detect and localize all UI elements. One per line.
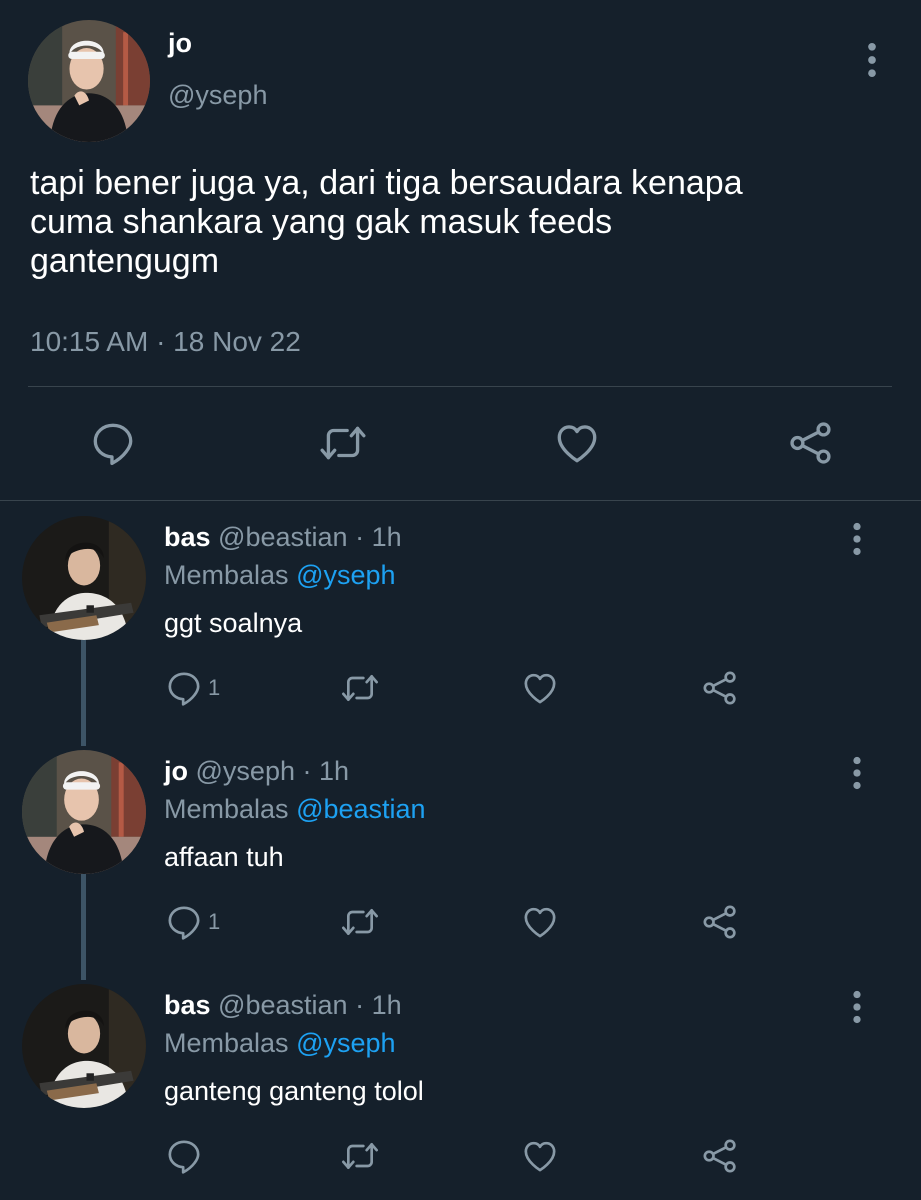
- reply-icon: [164, 668, 204, 708]
- author-handle[interactable]: @beastian: [218, 990, 348, 1020]
- reply-icon: [164, 902, 204, 942]
- reply-tweet[interactable]: bas @beastian · 1h Membalas @yseph gante…: [0, 984, 921, 1200]
- author-handle[interactable]: @beastian: [218, 522, 348, 552]
- tweet-text-line: gantengugm: [30, 242, 220, 280]
- separator: ·: [355, 990, 365, 1020]
- reply-text: ganteng ganteng tolol: [164, 1076, 424, 1106]
- tweet-timestamp[interactable]: 10:15 AM · 18 Nov 22: [30, 326, 301, 358]
- reply-header: bas @beastian · 1h: [164, 522, 402, 553]
- reply-time[interactable]: 1h: [372, 990, 402, 1020]
- reply-icon[interactable]: [88, 418, 138, 468]
- author-name[interactable]: jo: [164, 756, 188, 786]
- reply-text: ggt soalnya: [164, 608, 303, 638]
- separator: ·: [302, 756, 312, 786]
- tweet-text-line: tapi bener juga ya, dari tiga bersaudara…: [30, 164, 743, 202]
- divider: [0, 500, 921, 501]
- divider: [28, 386, 892, 387]
- avatar[interactable]: [22, 750, 146, 874]
- mention-link[interactable]: @yseph: [296, 560, 395, 590]
- more-options-icon[interactable]: [845, 522, 869, 556]
- reply-header: jo @yseph · 1h: [164, 756, 349, 787]
- share-icon[interactable]: [786, 418, 836, 468]
- retweet-icon[interactable]: [340, 1136, 380, 1176]
- tweet-text: tapi bener juga ya, dari tiga bersaudara…: [30, 164, 890, 281]
- reply-count: 1: [208, 675, 221, 700]
- like-icon[interactable]: [520, 1136, 560, 1176]
- author-name[interactable]: bas: [164, 522, 211, 552]
- reply-tweet[interactable]: jo @yseph · 1h Membalas @beastian affaan…: [0, 750, 921, 984]
- reply-text: affaan tuh: [164, 842, 284, 872]
- reply-icon: [164, 1136, 204, 1176]
- author-handle[interactable]: @yseph: [168, 80, 267, 111]
- more-options-icon[interactable]: [845, 990, 869, 1024]
- reply-button[interactable]: 1: [164, 668, 220, 708]
- replying-to: Membalas @yseph: [164, 560, 396, 591]
- reply-count: 1: [208, 909, 221, 934]
- author-handle[interactable]: @yseph: [196, 756, 295, 786]
- more-options-icon[interactable]: [845, 756, 869, 790]
- reply-time[interactable]: 1h: [319, 756, 349, 786]
- tweet-actions: [0, 418, 921, 474]
- reply-actions: [0, 1136, 921, 1180]
- replying-to: Membalas @yseph: [164, 1028, 396, 1059]
- separator: ·: [355, 522, 365, 552]
- main-tweet: jo @yseph tapi bener juga ya, dari tiga …: [0, 0, 921, 500]
- retweet-icon[interactable]: [340, 668, 380, 708]
- more-options-icon[interactable]: [858, 42, 886, 78]
- like-icon[interactable]: [520, 902, 560, 942]
- tweet-detail-page: jo @yseph tapi bener juga ya, dari tiga …: [0, 0, 921, 1200]
- author-name[interactable]: jo: [168, 28, 192, 59]
- replying-label: Membalas: [164, 560, 289, 590]
- reply-button[interactable]: [164, 1136, 208, 1176]
- avatar[interactable]: [28, 20, 150, 142]
- mention-link[interactable]: @beastian: [296, 794, 426, 824]
- mention-link[interactable]: @yseph: [296, 1028, 395, 1058]
- reply-header: bas @beastian · 1h: [164, 990, 402, 1021]
- reply-tweet[interactable]: bas @beastian · 1h Membalas @yseph ggt s…: [0, 516, 921, 750]
- avatar[interactable]: [22, 516, 146, 640]
- reply-button[interactable]: 1: [164, 902, 220, 942]
- avatar[interactable]: [22, 984, 146, 1108]
- share-icon[interactable]: [700, 902, 740, 942]
- replying-to: Membalas @beastian: [164, 794, 426, 825]
- like-icon[interactable]: [552, 418, 602, 468]
- reply-actions: 1: [0, 668, 921, 712]
- tweet-text-line: cuma shankara yang gak masuk feeds: [30, 203, 613, 241]
- like-icon[interactable]: [520, 668, 560, 708]
- share-icon[interactable]: [700, 668, 740, 708]
- author-name[interactable]: bas: [164, 990, 211, 1020]
- share-icon[interactable]: [700, 1136, 740, 1176]
- reply-time[interactable]: 1h: [372, 522, 402, 552]
- replying-label: Membalas: [164, 794, 289, 824]
- retweet-icon[interactable]: [318, 418, 368, 468]
- retweet-icon[interactable]: [340, 902, 380, 942]
- replying-label: Membalas: [164, 1028, 289, 1058]
- reply-actions: 1: [0, 902, 921, 946]
